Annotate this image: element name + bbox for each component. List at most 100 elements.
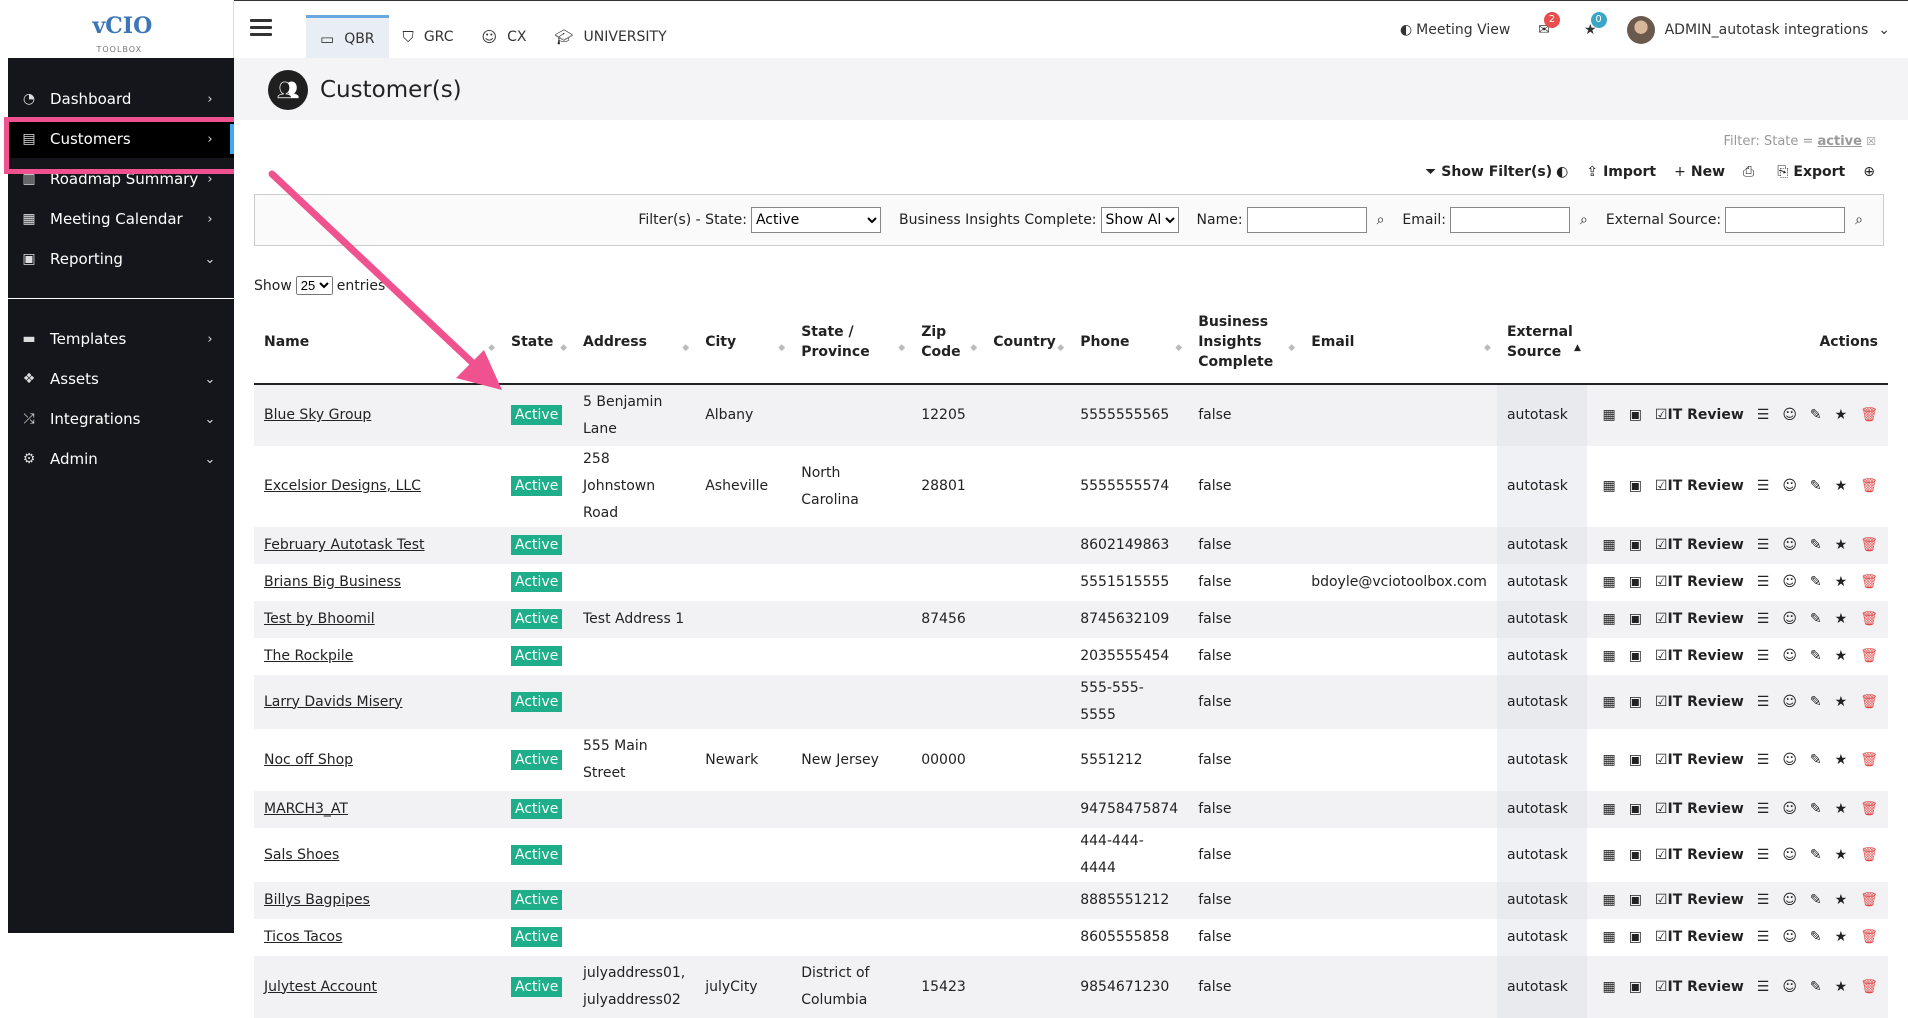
it-review-button[interactable]: ☑IT Review xyxy=(1655,924,1744,951)
list-icon[interactable]: ☰ xyxy=(1757,796,1770,823)
calendar-check-icon[interactable]: ▣ xyxy=(1629,842,1642,869)
star-icon[interactable]: ★ xyxy=(1835,532,1848,559)
smile-icon[interactable]: ☺ xyxy=(1782,887,1797,914)
list-icon[interactable]: ☰ xyxy=(1757,643,1770,670)
star-icon[interactable]: ★ xyxy=(1835,689,1848,716)
search-icon[interactable]: ⌕ xyxy=(1580,212,1588,228)
smile-icon[interactable]: ☺ xyxy=(1782,569,1797,596)
tab-cx[interactable]: ☺ CX xyxy=(467,15,540,59)
trash-icon[interactable]: 🗑︎ xyxy=(1860,689,1878,716)
customer-name-link[interactable]: Brians Big Business xyxy=(264,574,401,590)
edit-icon[interactable]: ✎ xyxy=(1810,532,1822,559)
edit-icon[interactable]: ✎ xyxy=(1810,747,1822,774)
smile-icon[interactable]: ☺ xyxy=(1782,974,1797,1001)
trash-icon[interactable]: 🗑︎ xyxy=(1860,887,1878,914)
sidebar-item-dashboard[interactable]: ◔ Dashboard › xyxy=(8,80,234,118)
list-icon[interactable]: ☰ xyxy=(1757,569,1770,596)
customer-name-link[interactable]: MARCH3_AT xyxy=(264,801,348,817)
sidebar-item-roadmap-summary[interactable]: ▥ Roadmap Summary › xyxy=(8,160,234,198)
calendar-icon[interactable]: ▦ xyxy=(1602,924,1615,951)
it-review-button[interactable]: ☑IT Review xyxy=(1655,887,1744,914)
show-filters-button[interactable]: ⏷ Show Filter(s) ◐ xyxy=(1425,164,1568,180)
customer-name-link[interactable]: Ticos Tacos xyxy=(264,929,342,945)
calendar-icon[interactable]: ▦ xyxy=(1602,887,1615,914)
star-icon[interactable]: ★ xyxy=(1835,402,1848,429)
list-icon[interactable]: ☰ xyxy=(1757,402,1770,429)
edit-icon[interactable]: ✎ xyxy=(1810,974,1822,1001)
edit-icon[interactable]: ✎ xyxy=(1810,689,1822,716)
calendar-icon[interactable]: ▦ xyxy=(1602,796,1615,823)
edit-icon[interactable]: ✎ xyxy=(1810,796,1822,823)
calendar-check-icon[interactable]: ▣ xyxy=(1629,569,1642,596)
col-header-bi-complete[interactable]: Business Insights Complete ◆ xyxy=(1188,300,1302,385)
user-menu[interactable]: ADMIN_autotask integrations ⌄ xyxy=(1626,16,1890,44)
edit-icon[interactable]: ✎ xyxy=(1810,842,1822,869)
calendar-check-icon[interactable]: ▣ xyxy=(1629,402,1642,429)
trash-icon[interactable]: 🗑︎ xyxy=(1860,796,1878,823)
trash-icon[interactable]: 🗑︎ xyxy=(1860,643,1878,670)
smile-icon[interactable]: ☺ xyxy=(1782,689,1797,716)
sidebar-item-reporting[interactable]: ▣ Reporting ⌄ xyxy=(8,240,234,278)
calendar-icon[interactable]: ▦ xyxy=(1602,689,1615,716)
smile-icon[interactable]: ☺ xyxy=(1782,402,1797,429)
search-icon[interactable]: ⌕ xyxy=(1855,212,1863,228)
it-review-button[interactable]: ☑IT Review xyxy=(1655,606,1744,633)
list-icon[interactable]: ☰ xyxy=(1757,924,1770,951)
logo-area[interactable]: vCIO TOOLBOX xyxy=(0,0,234,58)
smile-icon[interactable]: ☺ xyxy=(1782,796,1797,823)
customer-name-link[interactable]: February Autotask Test xyxy=(264,537,424,553)
search-icon[interactable]: ⌕ xyxy=(1377,212,1385,228)
list-icon[interactable]: ☰ xyxy=(1757,747,1770,774)
it-review-button[interactable]: ☑IT Review xyxy=(1655,747,1744,774)
entries-per-page-select[interactable]: 25 xyxy=(295,276,333,295)
sidebar-item-meeting-calendar[interactable]: ▦ Meeting Calendar › xyxy=(8,200,234,238)
it-review-button[interactable]: ☑IT Review xyxy=(1655,643,1744,670)
trash-icon[interactable]: 🗑︎ xyxy=(1860,747,1878,774)
calendar-check-icon[interactable]: ▣ xyxy=(1629,532,1642,559)
trash-icon[interactable]: 🗑︎ xyxy=(1860,842,1878,869)
favorites-button[interactable]: ★ 0 xyxy=(1584,12,1607,38)
list-icon[interactable]: ☰ xyxy=(1757,606,1770,633)
edit-icon[interactable]: ✎ xyxy=(1810,402,1822,429)
customer-name-link[interactable]: Sals Shoes xyxy=(264,847,339,863)
name-filter-input[interactable] xyxy=(1246,207,1367,233)
it-review-button[interactable]: ☑IT Review xyxy=(1655,473,1744,500)
star-icon[interactable]: ★ xyxy=(1835,606,1848,633)
it-review-button[interactable]: ☑IT Review xyxy=(1655,569,1744,596)
it-review-button[interactable]: ☑IT Review xyxy=(1655,974,1744,1001)
sidebar-item-integrations[interactable]: ⤮ Integrations ⌄ xyxy=(8,400,234,438)
col-header-country[interactable]: Country ◆ xyxy=(983,300,1071,385)
star-icon[interactable]: ★ xyxy=(1835,974,1848,1001)
trash-icon[interactable]: 🗑︎ xyxy=(1860,606,1878,633)
calendar-check-icon[interactable]: ▣ xyxy=(1629,606,1642,633)
new-button[interactable]: + New xyxy=(1674,164,1725,180)
import-button[interactable]: ⇪ Import xyxy=(1586,164,1656,180)
it-review-button[interactable]: ☑IT Review xyxy=(1655,796,1744,823)
bi-filter-select[interactable]: Show All xyxy=(1100,207,1179,233)
list-icon[interactable]: ☰ xyxy=(1757,887,1770,914)
smile-icon[interactable]: ☺ xyxy=(1782,643,1797,670)
trash-icon[interactable]: 🗑︎ xyxy=(1860,532,1878,559)
smile-icon[interactable]: ☺ xyxy=(1782,747,1797,774)
col-header-external-source[interactable]: External Source ▲ xyxy=(1496,300,1587,385)
star-icon[interactable]: ★ xyxy=(1835,473,1848,500)
calendar-check-icon[interactable]: ▣ xyxy=(1629,974,1642,1001)
it-review-button[interactable]: ☑IT Review xyxy=(1655,842,1744,869)
calendar-check-icon[interactable]: ▣ xyxy=(1629,924,1642,951)
col-header-zip[interactable]: Zip Code ◆ xyxy=(911,300,984,385)
hamburger-menu-icon[interactable] xyxy=(250,19,272,37)
calendar-icon[interactable]: ▦ xyxy=(1602,643,1615,670)
calendar-check-icon[interactable]: ▣ xyxy=(1629,643,1642,670)
col-header-province[interactable]: State / Province ◆ xyxy=(791,300,912,385)
calendar-icon[interactable]: ▦ xyxy=(1602,606,1615,633)
tab-university[interactable]: 🎓︎ UNIVERSITY xyxy=(540,15,680,59)
col-header-name[interactable]: Name ◆ xyxy=(254,300,501,385)
email-filter-input[interactable] xyxy=(1449,207,1570,233)
star-icon[interactable]: ★ xyxy=(1835,747,1848,774)
customer-name-link[interactable]: Larry Davids Misery xyxy=(264,694,402,710)
trash-icon[interactable]: 🗑︎ xyxy=(1860,974,1878,1001)
globe-button[interactable]: ⊕ xyxy=(1863,164,1880,180)
it-review-button[interactable]: ☑IT Review xyxy=(1655,689,1744,716)
customer-name-link[interactable]: Excelsior Designs, LLC xyxy=(264,478,421,494)
star-icon[interactable]: ★ xyxy=(1835,842,1848,869)
